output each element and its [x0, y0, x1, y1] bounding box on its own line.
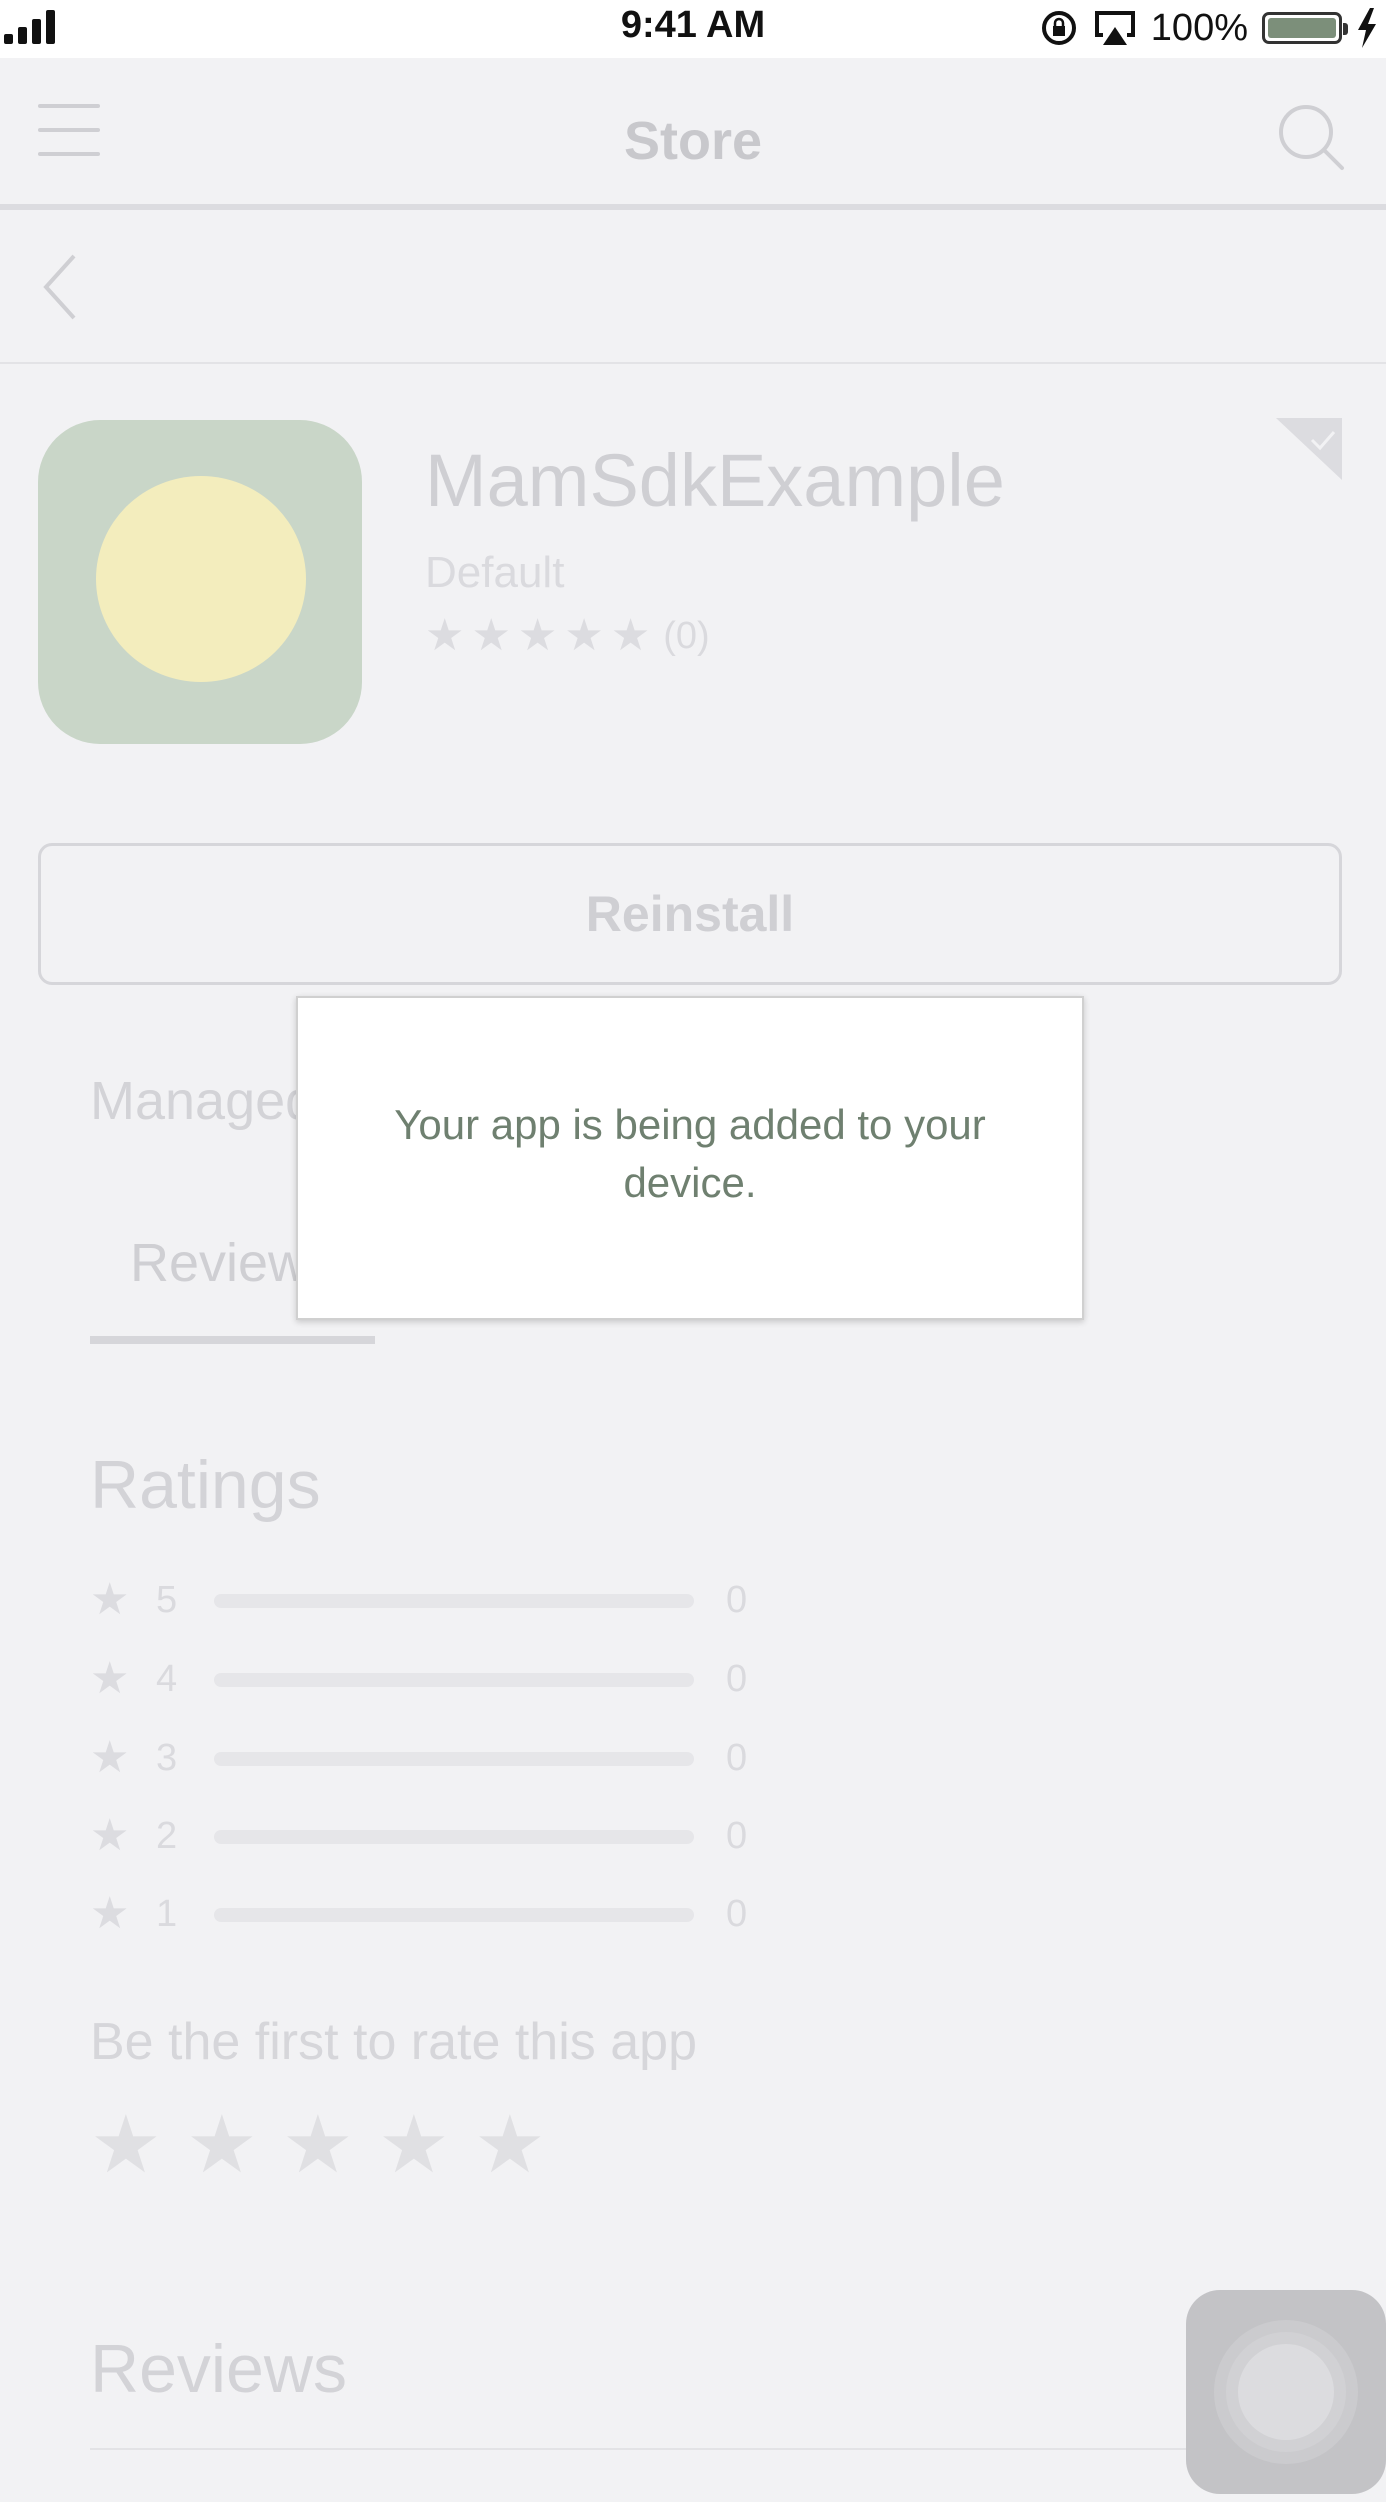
app-category: Default: [425, 548, 565, 597]
rate-star-icon[interactable]: ★: [90, 2100, 186, 2190]
rating-level: 2: [156, 1815, 178, 1857]
reviews-heading: Reviews: [90, 2331, 347, 2407]
battery-percent: 100%: [1150, 6, 1248, 49]
first-rate-prompt: Be the first to rate this app: [90, 2013, 697, 2071]
rating-row: ★ 2 0: [90, 1806, 790, 1866]
rating-count: 0: [726, 1737, 748, 1779]
battery-icon: [1262, 12, 1348, 44]
rating-row: ★ 1 0: [90, 1884, 790, 1944]
rating-count: (0): [663, 614, 710, 657]
installed-check-corner-icon: [1276, 418, 1342, 480]
rating-level: 4: [156, 1658, 178, 1700]
rating-level: 5: [156, 1579, 178, 1621]
assistive-touch-button[interactable]: [1186, 2290, 1386, 2494]
star-icon: ★: [471, 611, 511, 660]
rating-bar: [214, 1752, 694, 1766]
navigation-bar: Store: [0, 58, 1386, 210]
rating-row: ★ 5 0: [90, 1570, 790, 1630]
rating-row: ★ 3 0: [90, 1728, 790, 1788]
rating-bar: [214, 1830, 694, 1844]
rating-level: 1: [156, 1893, 178, 1935]
status-right-group: 100%: [1039, 4, 1378, 52]
charging-bolt-icon: [1358, 8, 1376, 48]
rating-bar: [214, 1673, 694, 1687]
airplay-icon: [1094, 11, 1135, 45]
star-icon: ★: [610, 611, 651, 660]
star-icon: ★: [564, 611, 604, 660]
managed-label: Managed: [90, 1071, 316, 1131]
reinstall-button[interactable]: Reinstall: [38, 843, 1342, 985]
tab-active-indicator: [90, 1336, 375, 1344]
rate-star-icon[interactable]: ★: [282, 2100, 378, 2190]
rating-bar: [214, 1908, 694, 1922]
star-icon: ★: [90, 1889, 130, 1938]
rate-star-icon[interactable]: ★: [378, 2100, 474, 2190]
progress-modal: Your app is being added to your device.: [296, 996, 1084, 1320]
divider: [90, 2448, 1342, 2450]
app-rating: ★ ★ ★ ★ ★ (0): [425, 614, 710, 658]
status-bar: 9:41 AM 100%: [0, 0, 1386, 58]
rating-count: 0: [726, 1893, 748, 1935]
rate-star-icon[interactable]: ★: [186, 2100, 282, 2190]
ratings-heading: Ratings: [90, 1447, 321, 1523]
rating-count: 0: [726, 1658, 748, 1700]
battery-fill: [1268, 18, 1336, 38]
star-icon: ★: [90, 1575, 130, 1624]
star-icon: ★: [90, 1654, 130, 1703]
search-icon[interactable]: [1276, 102, 1346, 172]
rating-row: ★ 4 0: [90, 1649, 790, 1709]
page-title: Store: [623, 111, 763, 171]
rating-count: 0: [726, 1815, 748, 1857]
app-name: MamSdkExample: [425, 439, 1005, 522]
rotation-lock-icon: [1041, 11, 1076, 45]
star-icon: ★: [90, 1811, 130, 1860]
rate-stars-input[interactable]: ★ ★ ★ ★ ★: [90, 2100, 570, 2190]
rating-bar: [214, 1594, 694, 1608]
star-icon: ★: [517, 611, 558, 660]
modal-message: Your app is being added to your device.: [394, 1101, 986, 1206]
app-icon-sun: [96, 476, 306, 682]
star-icon: ★: [90, 1733, 130, 1782]
star-icon: ★: [425, 611, 465, 660]
rating-level: 3: [156, 1737, 178, 1779]
rating-count: 0: [726, 1579, 748, 1621]
app-icon: [38, 420, 362, 744]
chevron-left-icon[interactable]: [38, 250, 88, 324]
sub-navigation: [0, 210, 1386, 364]
rate-star-icon[interactable]: ★: [474, 2100, 570, 2190]
